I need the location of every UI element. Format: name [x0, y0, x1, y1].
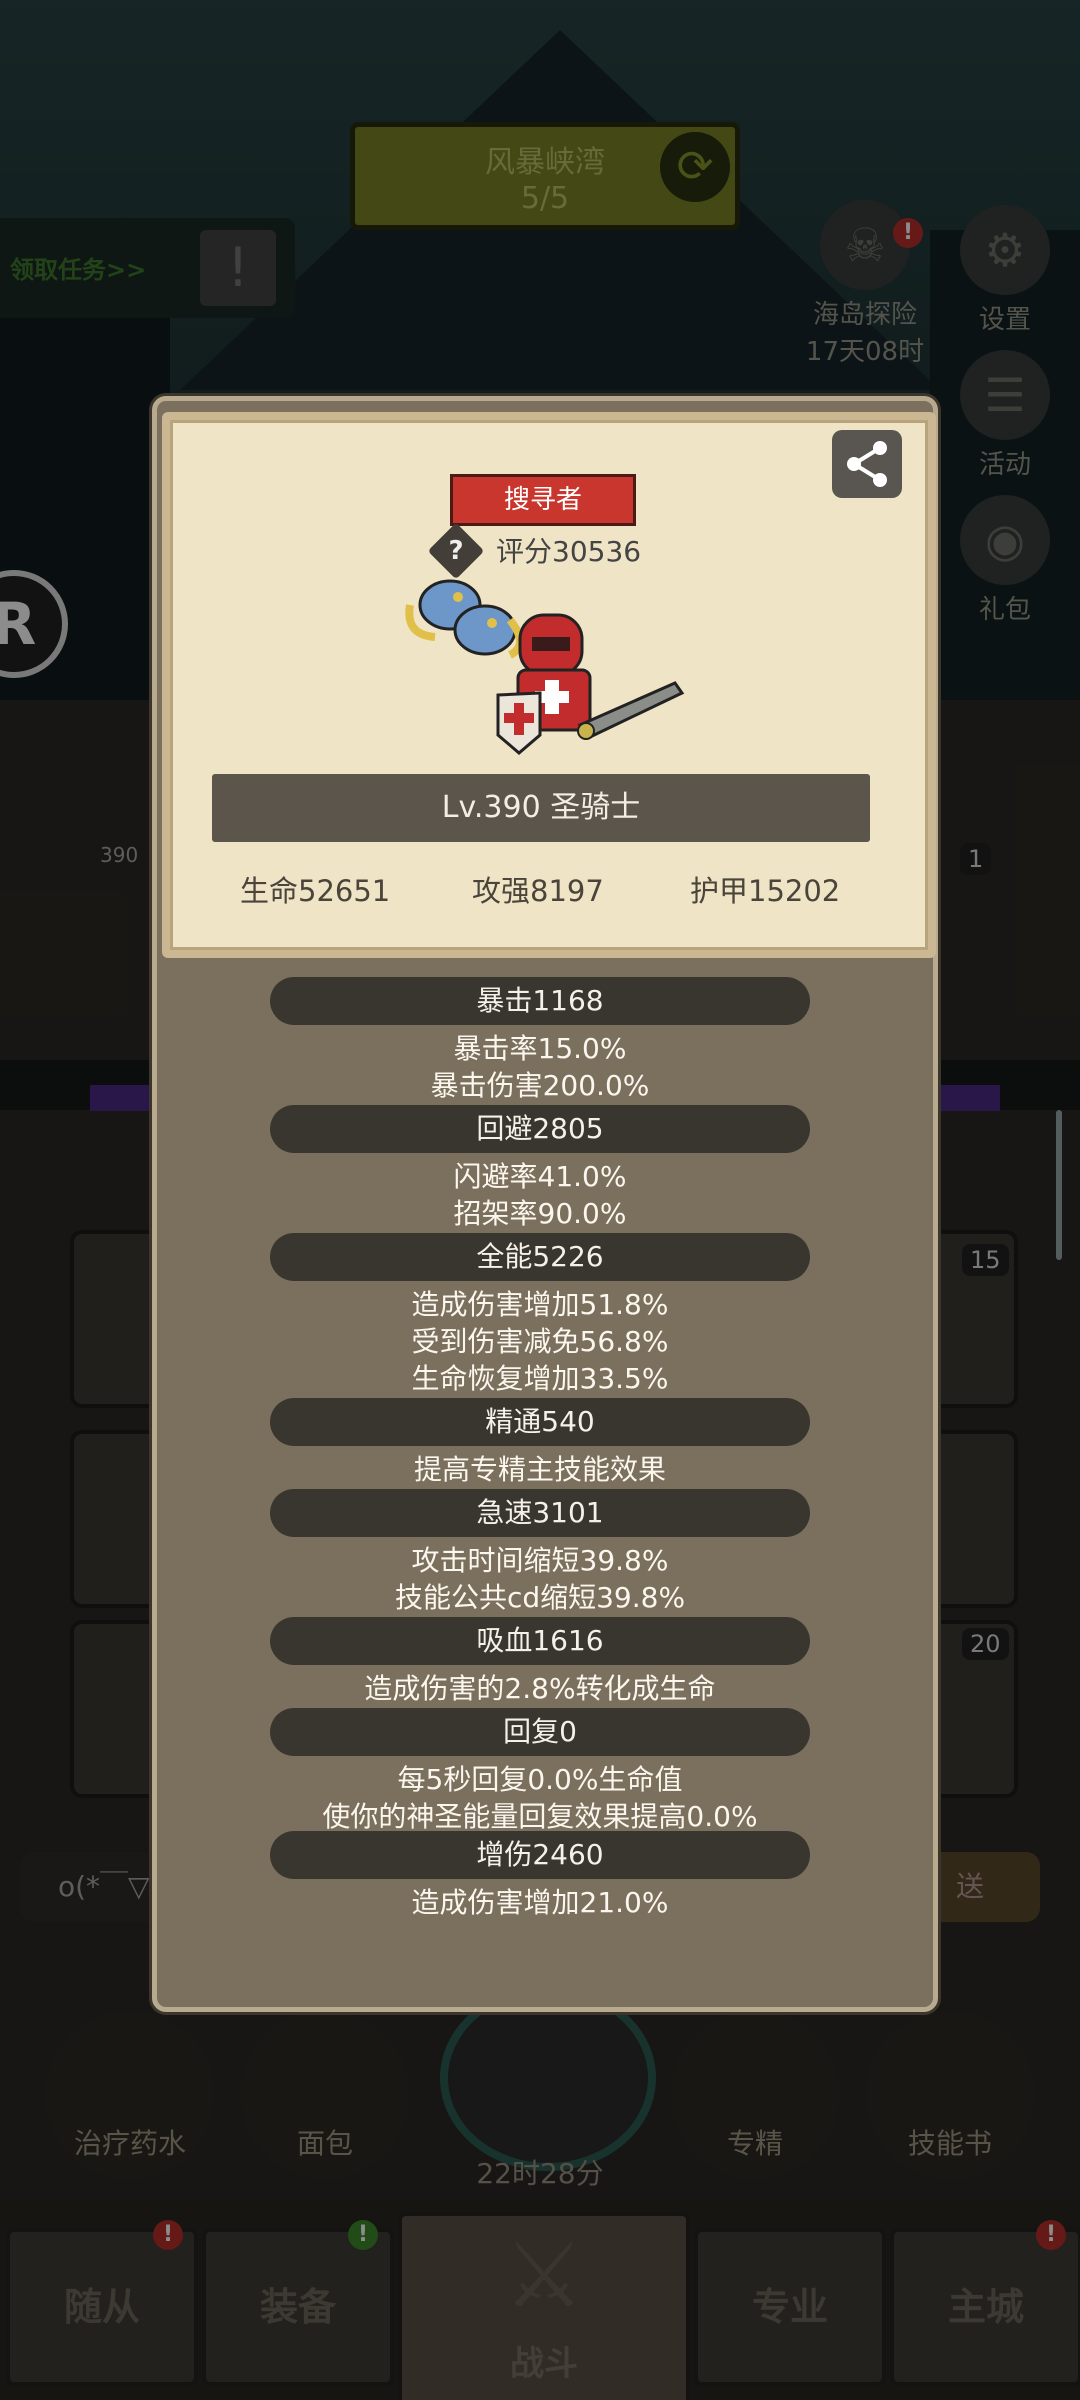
stat-line: 暴击伤害200.0% [430, 1069, 650, 1102]
stat-header-crit: 暴击1168 [270, 977, 810, 1025]
score-text: 评分30536 [496, 535, 642, 568]
stat-line: 暴击率15.0% [453, 1032, 627, 1065]
level-class-bar: Lv.390 圣骑士 [212, 774, 870, 842]
stat-line: 招架率90.0% [453, 1197, 627, 1230]
stat-line: 闪避率41.0% [453, 1160, 627, 1193]
stat-header-haste: 急速3101 [270, 1489, 810, 1537]
stat-line: 造成伤害增加51.8% [411, 1288, 669, 1321]
help-icon[interactable]: ? [427, 522, 485, 580]
share-button[interactable] [832, 430, 902, 498]
stat-line: 每5秒回复0.0%生命值 [397, 1763, 683, 1796]
title-badge: 搜寻者 [450, 474, 636, 526]
stat-line: 造成伤害的2.8%转化成生命 [364, 1672, 716, 1705]
share-icon [847, 441, 887, 487]
stat-line: 造成伤害增加21.0% [411, 1886, 669, 1919]
stat-header-regen: 回复0 [270, 1708, 810, 1756]
stat-line: 受到伤害减免56.8% [411, 1325, 669, 1358]
stat-header-mastery: 精通540 [270, 1398, 810, 1446]
stat-header-versatility: 全能5226 [270, 1233, 810, 1281]
attack-power-stat: 攻强8197 [472, 874, 604, 908]
stat-header-lifesteal: 吸血1616 [270, 1617, 810, 1665]
hp-stat: 生命52651 [240, 874, 391, 908]
paladin-avatar [405, 579, 685, 755]
stat-line: 使你的神圣能量回复效果提高0.0% [322, 1800, 758, 1833]
stat-header-avoidance: 回避2805 [270, 1105, 810, 1153]
stat-line: 生命恢复增加33.5% [411, 1362, 669, 1395]
stat-line: 提高专精主技能效果 [413, 1453, 666, 1486]
stat-header-damage-increase: 增伤2460 [270, 1831, 810, 1879]
stat-line: 攻击时间缩短39.8% [411, 1544, 669, 1577]
armor-stat: 护甲15202 [690, 874, 841, 908]
stat-line: 技能公共cd缩短39.8% [394, 1581, 686, 1614]
